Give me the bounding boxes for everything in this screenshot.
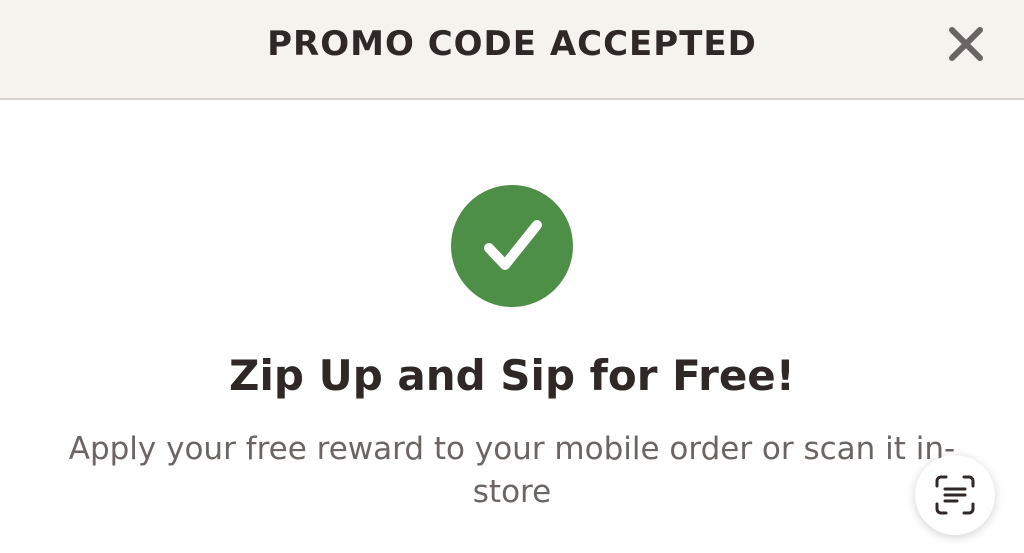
checkmark-icon bbox=[484, 220, 542, 270]
modal-header: PROMO CODE ACCEPTED bbox=[0, 0, 1024, 100]
reward-headline: Zip Up and Sip for Free! bbox=[229, 351, 795, 400]
close-button[interactable] bbox=[944, 22, 988, 66]
success-badge bbox=[451, 185, 573, 307]
scan-text-button[interactable] bbox=[915, 455, 995, 535]
reward-description: Apply your free reward to your mobile or… bbox=[68, 431, 956, 510]
close-icon bbox=[949, 27, 983, 61]
modal-title: PROMO CODE ACCEPTED bbox=[267, 24, 757, 64]
scan-text-icon bbox=[935, 475, 975, 515]
